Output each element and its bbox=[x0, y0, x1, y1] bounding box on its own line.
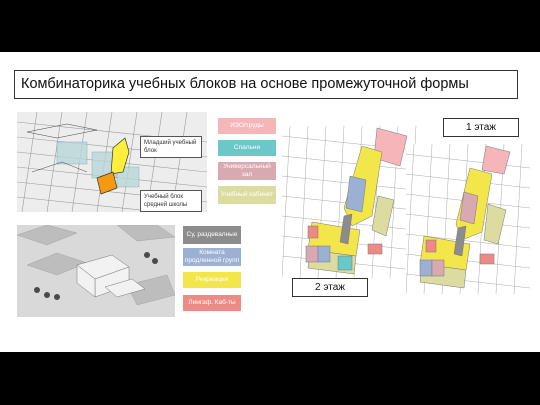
aerial-view-image bbox=[17, 225, 175, 317]
legend-item-language-labs: Лингаф. Каб-ты bbox=[183, 295, 241, 311]
middle-block-label: Учебный блок средней школы bbox=[140, 190, 202, 212]
slide: Комбинаторика учебных блоков на основе п… bbox=[0, 52, 540, 352]
legend-item-bedrooms: Спальни bbox=[218, 140, 276, 156]
junior-block-label: Младший учебный блок bbox=[140, 136, 202, 158]
legend-item-extended-group: Комната продленной групп bbox=[183, 248, 241, 266]
legend-item-universal-hall: Универсальный зал bbox=[218, 162, 276, 180]
floor-label-second: 2 этаж bbox=[292, 278, 368, 297]
legend-item-recreation: Рекреация bbox=[183, 272, 241, 288]
floor-label-first: 1 этаж bbox=[443, 118, 519, 137]
page-title: Комбинаторика учебных блоков на основе п… bbox=[14, 70, 518, 99]
floor-plan-2 bbox=[282, 126, 424, 278]
legend-item-classroom: Учебный кабинет bbox=[218, 186, 276, 204]
floor-plan-1 bbox=[406, 144, 530, 294]
legend-item-wc: Су, раздевалные bbox=[183, 226, 241, 244]
legend-item-art: ИЗО/труды bbox=[218, 118, 276, 134]
